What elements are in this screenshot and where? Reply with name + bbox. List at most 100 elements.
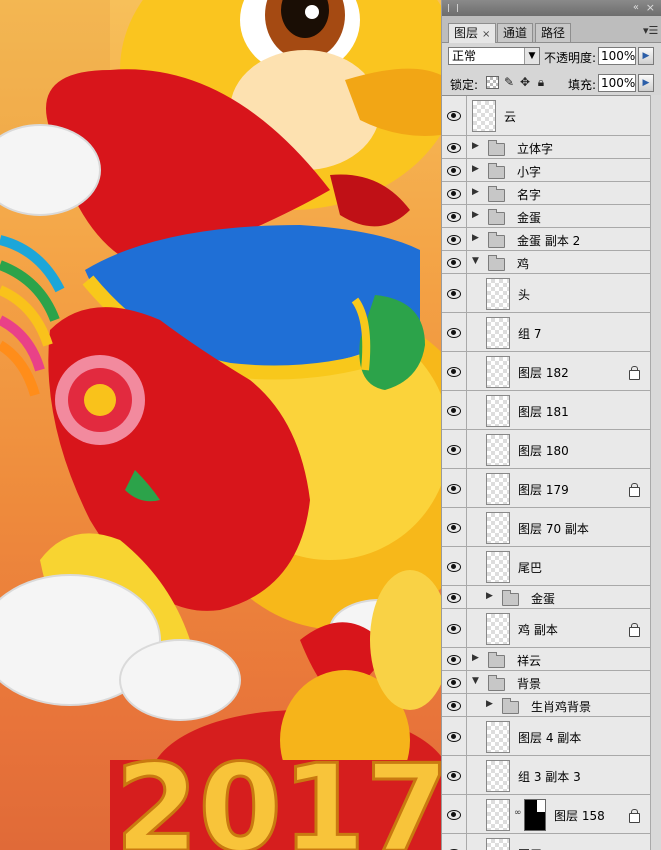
tab-channels[interactable]: 通道 xyxy=(497,23,534,42)
visibility-toggle[interactable] xyxy=(442,756,467,794)
eye-icon[interactable] xyxy=(446,211,462,223)
expand-arrow-icon[interactable]: ▶ xyxy=(486,591,493,601)
layer-row[interactable]: ∞ 图层 158 xyxy=(442,795,652,834)
visibility-toggle[interactable] xyxy=(442,717,467,755)
fill-input[interactable]: 100% xyxy=(598,74,636,92)
visibility-toggle[interactable] xyxy=(442,391,467,429)
layer-name[interactable]: 尾巴 xyxy=(518,559,542,576)
layer-mask-thumbnail[interactable] xyxy=(524,798,546,831)
eye-icon[interactable] xyxy=(446,405,462,417)
eye-icon[interactable] xyxy=(446,809,462,821)
eye-icon[interactable] xyxy=(446,110,462,122)
layer-row[interactable]: 尾巴 xyxy=(442,547,652,586)
eye-icon[interactable] xyxy=(446,654,462,666)
eye-icon[interactable] xyxy=(446,731,462,743)
visibility-toggle[interactable] xyxy=(442,274,467,312)
visibility-toggle[interactable] xyxy=(442,795,467,833)
opacity-input[interactable]: 100% xyxy=(598,47,636,65)
expand-arrow-icon[interactable]: ▶ xyxy=(472,210,479,220)
eye-icon[interactable] xyxy=(446,677,462,689)
layer-name[interactable]: 名字 xyxy=(517,186,541,203)
layer-name[interactable]: 图层 180 xyxy=(518,442,569,459)
visibility-toggle[interactable] xyxy=(442,834,467,850)
collapse-arrow-icon[interactable]: ▼ xyxy=(472,256,479,266)
layer-group-row[interactable]: ▶ 立体字 xyxy=(442,136,652,159)
layer-name[interactable]: 图层 70 副本 xyxy=(518,520,589,537)
visibility-toggle[interactable] xyxy=(442,586,467,608)
lock-position-icon[interactable]: ✥ xyxy=(518,75,532,89)
panel-title-bar[interactable]: « × xyxy=(442,0,661,16)
eye-icon[interactable] xyxy=(446,623,462,635)
layer-group-row[interactable]: ▶ 小字 xyxy=(442,159,652,182)
layer-name[interactable]: 组 3 副本 3 xyxy=(518,768,581,785)
panel-menu-icon[interactable]: ▾☰ xyxy=(643,24,658,38)
collapse-icon[interactable]: « xyxy=(633,2,639,13)
visibility-toggle[interactable] xyxy=(442,182,467,204)
eye-icon[interactable] xyxy=(446,561,462,573)
layer-name[interactable]: 图层 179 xyxy=(518,481,569,498)
lock-all-icon[interactable]: 🔒︎ xyxy=(534,75,548,89)
layer-name[interactable]: 金蛋 xyxy=(517,209,541,226)
eye-icon[interactable] xyxy=(446,770,462,782)
layer-row[interactable]: 图层 181 xyxy=(442,391,652,430)
expand-arrow-icon[interactable]: ▶ xyxy=(472,187,479,197)
visibility-toggle[interactable] xyxy=(442,648,467,670)
visibility-toggle[interactable] xyxy=(442,352,467,390)
layer-group-row[interactable]: ▶ 祥云 xyxy=(442,648,652,671)
layer-row[interactable]: 头 xyxy=(442,274,652,313)
layer-group-row[interactable]: ▼ 背景 xyxy=(442,671,652,694)
layer-row[interactable]: 云 xyxy=(442,96,652,136)
visibility-toggle[interactable] xyxy=(442,96,467,135)
layer-row[interactable]: 组 7 xyxy=(442,313,652,352)
eye-icon[interactable] xyxy=(446,188,462,200)
visibility-toggle[interactable] xyxy=(442,508,467,546)
layer-name[interactable]: 鸡 xyxy=(517,255,529,272)
layer-name[interactable]: 立体字 xyxy=(517,140,553,157)
layer-name[interactable]: 图层 181 xyxy=(518,403,569,420)
grip-icon[interactable] xyxy=(448,4,458,12)
layer-name[interactable]: 图层 4 副本 xyxy=(518,729,581,746)
tab-close-icon[interactable]: × xyxy=(482,29,490,40)
layer-name[interactable]: 云 xyxy=(504,108,516,125)
opacity-slider-button[interactable]: ▶ xyxy=(638,47,654,65)
tab-layers[interactable]: 图层 × xyxy=(448,23,497,43)
layer-name[interactable]: 头 xyxy=(518,286,530,303)
eye-icon[interactable] xyxy=(446,483,462,495)
visibility-toggle[interactable] xyxy=(442,671,467,693)
layer-name[interactable]: 小字 xyxy=(517,163,541,180)
eye-icon[interactable] xyxy=(446,700,462,712)
layer-list[interactable]: 云 ▶ 立体字 ▶ 小字 ▶ 名字 ▶ 金蛋 ▶ 金蛋 副本 2 ▼ 鸡头组 7 图层 182 图层 181… xyxy=(442,95,661,850)
visibility-toggle[interactable] xyxy=(442,159,467,181)
expand-arrow-icon[interactable]: ▶ xyxy=(472,233,479,243)
visibility-toggle[interactable] xyxy=(442,469,467,507)
layer-row[interactable]: 组 3 副本 3 xyxy=(442,756,652,795)
layer-name[interactable]: 鸡 副本 xyxy=(518,621,558,638)
visibility-toggle[interactable] xyxy=(442,547,467,585)
layer-row[interactable]: 图层 160 xyxy=(442,834,652,850)
layer-row[interactable]: 图层 179 xyxy=(442,469,652,508)
layer-name[interactable]: 组 7 xyxy=(518,325,541,342)
eye-icon[interactable] xyxy=(446,327,462,339)
eye-icon[interactable] xyxy=(446,234,462,246)
expand-arrow-icon[interactable]: ▶ xyxy=(486,699,493,709)
layer-list-scrollbar[interactable] xyxy=(650,95,661,850)
lock-transparent-pixels-icon[interactable] xyxy=(486,76,499,89)
layer-group-row[interactable]: ▼ 鸡 xyxy=(442,251,652,274)
eye-icon[interactable] xyxy=(446,142,462,154)
layer-name[interactable]: 图层 158 xyxy=(554,807,605,824)
eye-icon[interactable] xyxy=(446,366,462,378)
visibility-toggle[interactable] xyxy=(442,430,467,468)
layer-name[interactable]: 背景 xyxy=(517,675,541,692)
layer-group-row[interactable]: ▶ 名字 xyxy=(442,182,652,205)
eye-icon[interactable] xyxy=(446,165,462,177)
layer-row[interactable]: 图层 180 xyxy=(442,430,652,469)
visibility-toggle[interactable] xyxy=(442,251,467,273)
eye-icon[interactable] xyxy=(446,257,462,269)
lock-image-pixels-icon[interactable]: ✎ xyxy=(502,75,516,89)
layer-group-row[interactable]: ▶ 生肖鸡背景 xyxy=(442,694,652,717)
layer-row[interactable]: 图层 182 xyxy=(442,352,652,391)
layer-name[interactable]: 图层 182 xyxy=(518,364,569,381)
layer-name[interactable]: 金蛋 副本 2 xyxy=(517,232,580,249)
eye-icon[interactable] xyxy=(446,444,462,456)
visibility-toggle[interactable] xyxy=(442,694,467,716)
